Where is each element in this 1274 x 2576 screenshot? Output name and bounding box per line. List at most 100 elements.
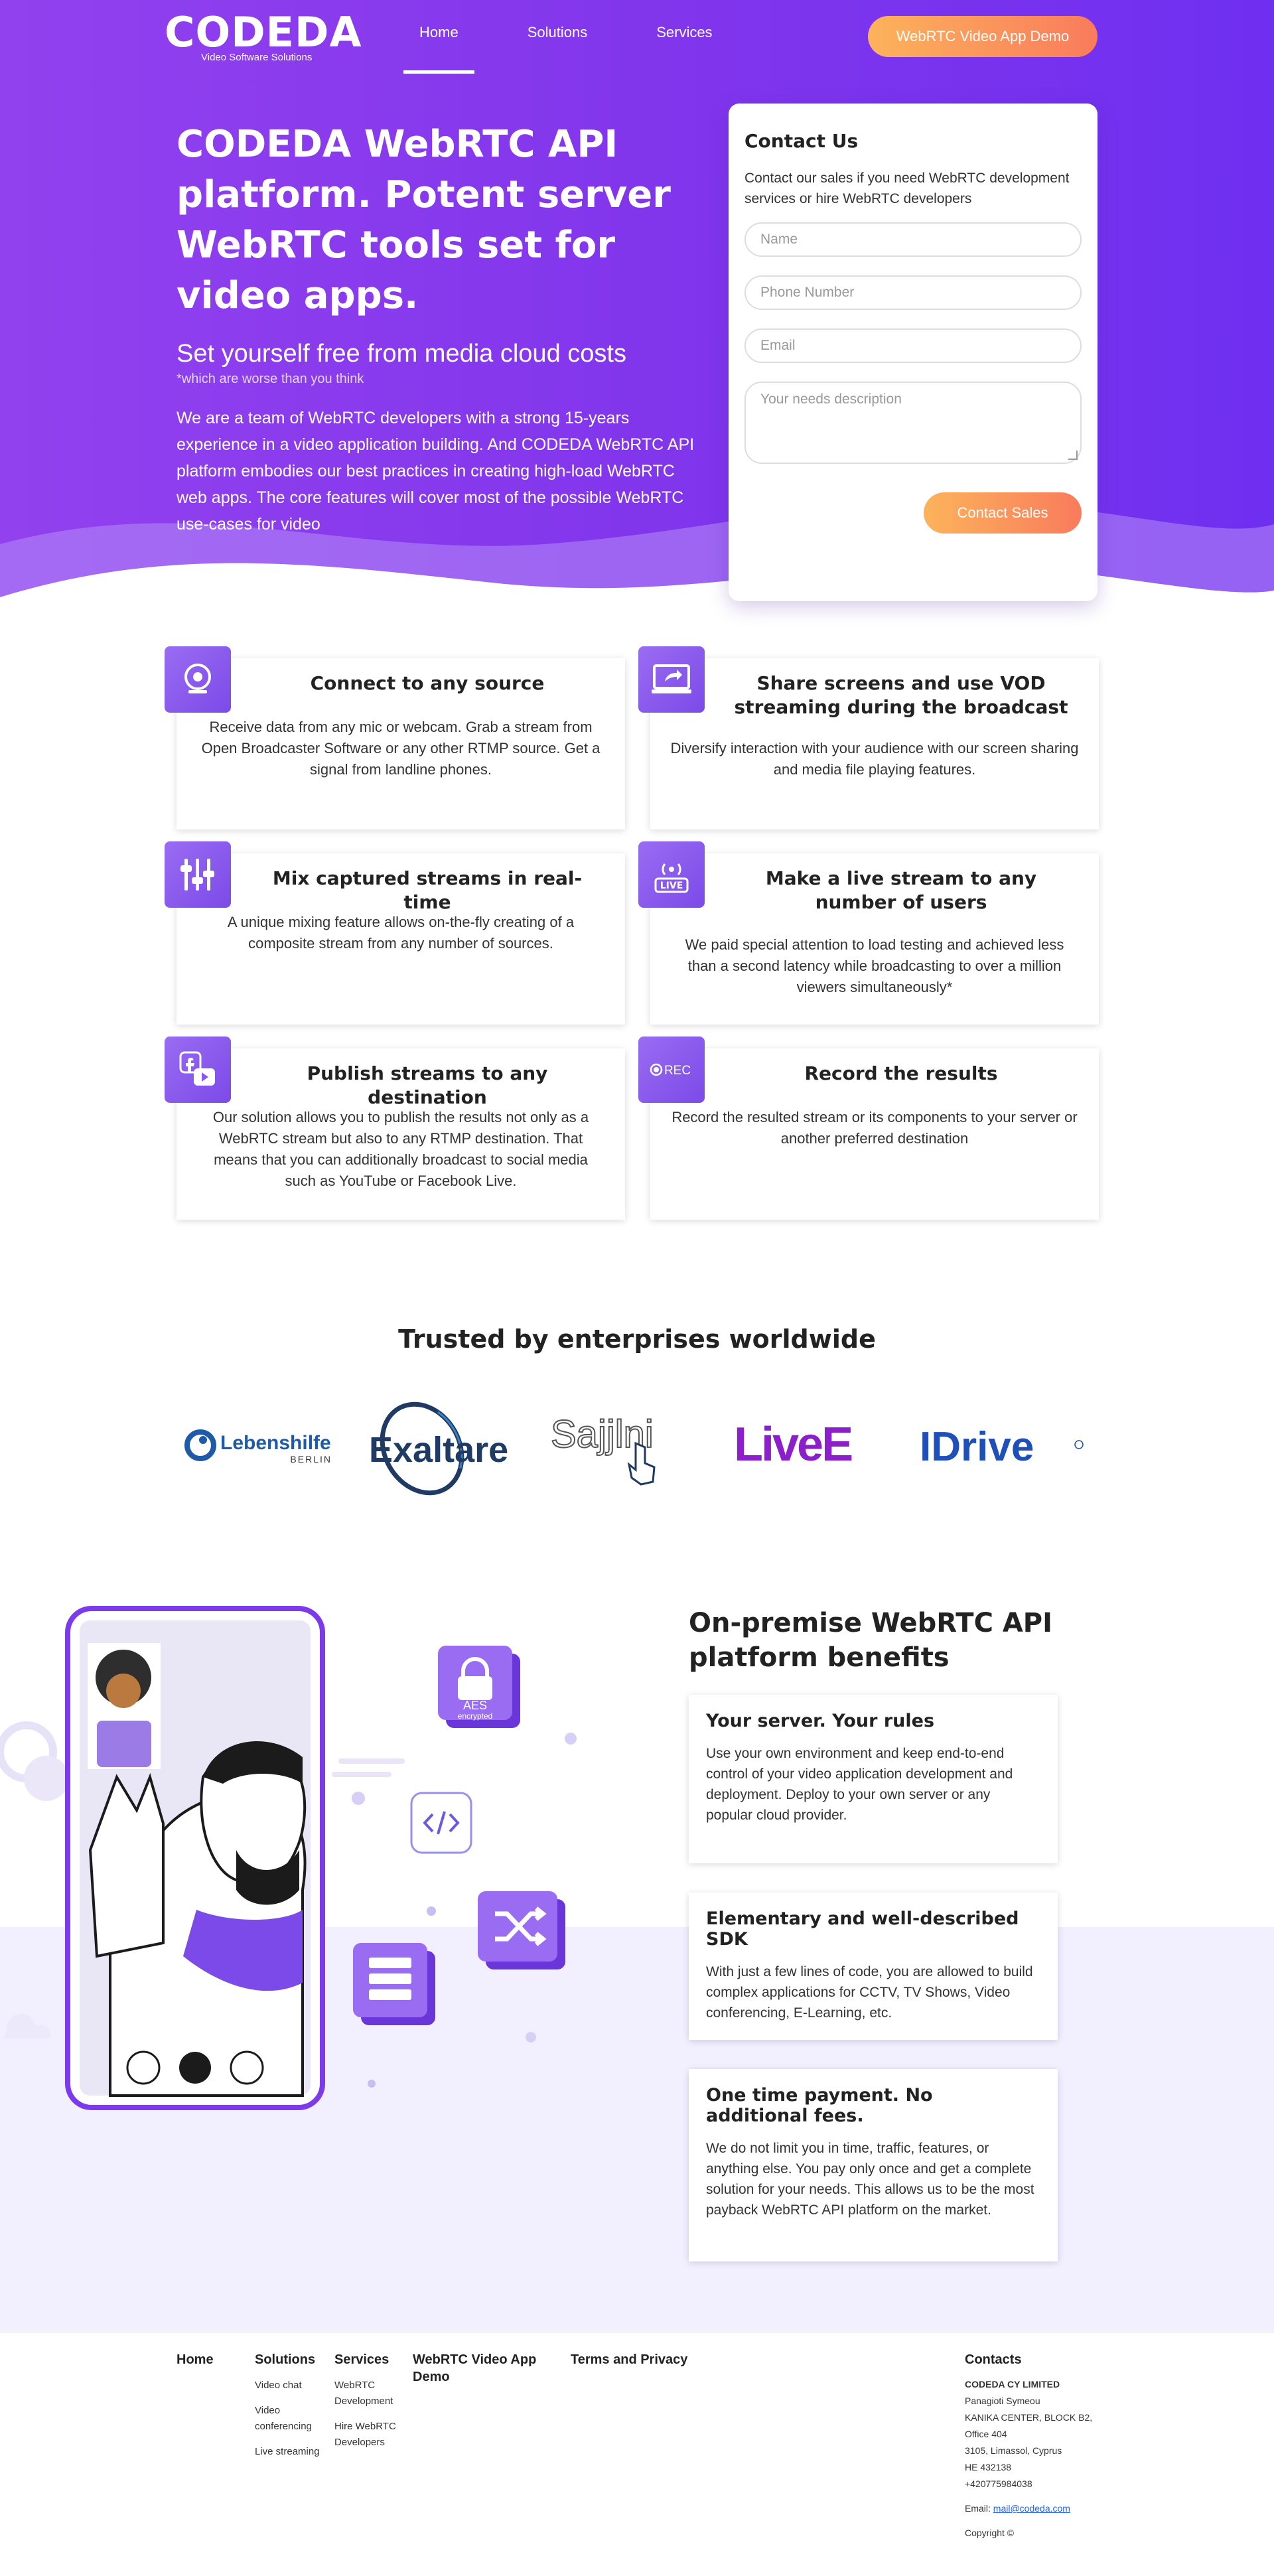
footer-demo-link[interactable]: WebRTC Video App Demo [413,2351,545,2386]
trusted-title: Trusted by enterprises worldwide [398,1324,876,1354]
footer-address-line: HE 432138 [965,2462,1012,2472]
feature-card: Share screens and use VOD streaming duri… [638,646,1099,829]
feature-card: REC Record the results Record the result… [638,1037,1099,1220]
feature-title: Publish streams to any destination [307,1062,548,1108]
contact-form: Contact Us Contact our sales if you need… [729,104,1097,601]
nav-services[interactable]: Services [648,24,720,41]
share-screen-icon [638,646,705,713]
contact-text: Contact our sales if you need WebRTC dev… [744,171,1070,206]
logo[interactable]: CODEDA Video Software Solutions [165,8,370,64]
phone-frame [65,1606,325,2110]
feature-text: Receive data from any mic or webcam. Gra… [201,719,601,778]
server-icon [353,1943,439,2033]
code-icon [410,1792,474,1859]
benefit-card: Elementary and well-described SDK With j… [689,1893,1058,2040]
contact-title: Contact Us [744,130,859,152]
footer-services-title[interactable]: Services [334,2351,407,2368]
footer-demo: WebRTC Video App Demo [413,2351,545,2386]
footer-home: Home [177,2351,214,2368]
brand-lebenshilfe: Lebenshilfe BERLIN [183,1394,336,1500]
shuffle-icon [478,1891,571,1974]
needs-placeholder: Your needs description [760,392,902,407]
footer-services: Services WebRTC Development Hire WebRTC … [334,2351,407,2451]
feature-text: We paid special attention to load testin… [685,936,1064,995]
feature-title: Connect to any source [310,672,545,694]
footer-contacts: Contacts CODEDA CY LIMITED Panagioti Sym… [965,2351,1111,2541]
benefit-text: With just a few lines of code, you are a… [706,1964,1033,2021]
phone-field[interactable]: Phone Number [744,275,1082,310]
brand-exaltare: Exaltare [365,1394,518,1500]
footer-contacts-title: Contacts [965,2352,1022,2367]
benefit-title: One time payment. No additional fees. [706,2085,933,2126]
lock-icon: AES encrypted [438,1646,520,1728]
feature-title: Mix captured streams in real-time [272,867,583,913]
footer-link-video-chat[interactable]: Video chat [255,2378,328,2394]
feature-text: Record the resulted stream or its compon… [672,1109,1078,1147]
footer-terms-link[interactable]: Terms and Privacy [571,2351,687,2368]
footer-solutions: Solutions Video chat Video conferencing … [255,2351,328,2460]
brand-idrive: IDrive [920,1394,1086,1500]
hero-subtitle: Set yourself free from media cloud costs [177,340,626,368]
brand-lebenshilfe-name: Lebenshilfe [220,1432,331,1454]
footer-address-line: Panagioti Symeou [965,2396,1040,2406]
demo-button[interactable]: WebRTC Video App Demo [868,16,1097,57]
brand-sajjlni: Sajjlni [548,1394,707,1500]
hero-note: *which are worse than you think [177,372,364,386]
feature-card: Mix captured streams in real-time A uniq… [165,841,625,1025]
footer-email-row: Email: mail@codeda.com [965,2500,1111,2517]
footer-link-hire-developers[interactable]: Hire WebRTC Developers [334,2419,407,2451]
footer-email-link[interactable]: mail@codeda.com [993,2503,1070,2514]
live-icon-label: LIVE [660,881,683,891]
benefit-card: Your server. Your rules Use your own env… [689,1695,1058,1863]
brand-idrive-name: IDrive [920,1424,1034,1470]
footer-terms: Terms and Privacy [571,2351,687,2368]
footer-link-live-streaming[interactable]: Live streaming [255,2444,328,2460]
brand-livee-name: LiveE [734,1418,852,1471]
benefits-title: On-premise WebRTC API platform benefits [689,1608,1053,1673]
brand-logos: Lebenshilfe BERLIN Exaltare Sajjlni Live… [177,1394,1099,1500]
needs-textarea[interactable]: Your needs description [744,382,1082,464]
brand-lebenshilfe-sub: BERLIN [290,1454,332,1465]
encrypted-label: encrypted [458,1711,493,1721]
feature-card: Publish streams to any destination Our s… [165,1037,625,1220]
email-field[interactable]: Email [744,328,1082,363]
benefit-title: Elementary and well-described SDK [706,1908,1019,1950]
hero-description: We are a team of WebRTC developers with … [177,409,695,534]
benefit-text: Use your own environment and keep end-to… [706,1746,1013,1823]
footer-home-link[interactable]: Home [177,2351,214,2368]
aes-label: AES [463,1699,487,1712]
footer-link-webrtc-development[interactable]: WebRTC Development [334,2378,407,2409]
footer-phone: +420775984038 [965,2478,1032,2489]
feature-title: Record the results [804,1062,998,1084]
nav-home[interactable]: Home [403,24,474,74]
benefit-card: One time payment. No additional fees. We… [689,2069,1058,2261]
contact-sales-button[interactable]: Contact Sales [924,492,1082,534]
benefit-text: We do not limit you in time, traffic, fe… [706,2141,1034,2218]
resize-handle-icon[interactable] [1068,451,1078,460]
footer-link-video-conferencing[interactable]: Video conferencing [255,2403,328,2435]
footer-company: CODEDA CY LIMITED [965,2379,1060,2390]
footer: Home Solutions Video chat Video conferen… [0,2332,1274,2576]
phone-illustration: AES encrypted [0,1579,637,2123]
webcam-icon [165,646,231,713]
feature-text: A unique mixing feature allows on-the-fl… [227,914,575,952]
feature-card: LIVE Make a live stream to any number of… [638,841,1099,1025]
mixer-icon [165,841,231,908]
benefit-title: Your server. Your rules [706,1711,935,1731]
nav-solutions[interactable]: Solutions [520,24,596,41]
footer-copyright: Copyright © [965,2528,1015,2538]
feature-text: Our solution allows you to publish the r… [212,1109,589,1189]
feature-card: Connect to any source Receive data from … [165,646,625,829]
name-field[interactable]: Name [744,222,1082,257]
footer-address-line: KANIKA CENTER, BLOCK B2, Office 404 [965,2412,1093,2439]
logo-text: CODEDA [165,8,362,56]
footer-address-line: 3105, Limassol, Cyprus [965,2445,1062,2456]
feature-title: Share screens and use VOD streaming duri… [734,672,1068,718]
rec-icon-label: REC [664,1064,691,1078]
main-nav: Home Solutions Services [403,24,774,74]
brand-exaltare-name: Exaltare [369,1430,508,1470]
rec-icon: REC [638,1037,705,1103]
feature-title: Make a live stream to any number of user… [765,867,1037,913]
footer-solutions-title[interactable]: Solutions [255,2351,328,2368]
live-icon: LIVE [638,841,705,908]
